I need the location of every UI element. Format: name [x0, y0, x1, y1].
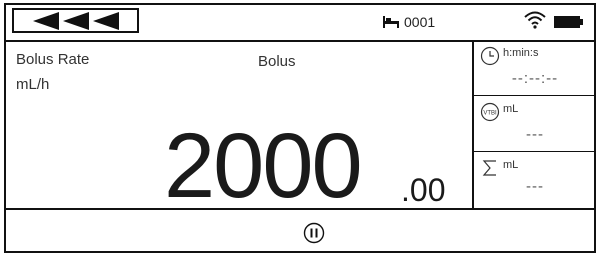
battery-icon	[554, 16, 583, 28]
vtbi-value: ---	[526, 126, 544, 143]
total-cell: mL ---	[474, 152, 596, 208]
rate-value[interactable]: 2000	[164, 120, 363, 212]
time-cell: h:min:s --:--:--	[474, 40, 596, 96]
time-unit: h:min:s	[503, 47, 539, 59]
bed-indicator: 0001	[382, 14, 435, 30]
vtbi-unit: mL	[503, 103, 519, 115]
mode-label: Bolus	[258, 53, 296, 70]
time-value: --:--:--	[511, 70, 559, 87]
bed-icon	[383, 16, 399, 28]
control-bar	[6, 208, 594, 252]
pump-screen: 0001 Bolus Rate mL/h Bolus 2000 .00 h:mi…	[4, 3, 596, 253]
side-panel: h:min:s --:--:-- VTBI mL --- mL ---	[472, 40, 596, 208]
svg-text:VTBI: VTBI	[483, 111, 497, 117]
pause-icon[interactable]	[303, 222, 325, 244]
total-value: ---	[526, 178, 544, 195]
vtbi-cell: VTBI mL ---	[474, 96, 596, 152]
triple-left-arrow-icon	[32, 11, 119, 30]
vtbi-icon: VTBI	[480, 102, 500, 122]
total-unit: mL	[503, 159, 519, 171]
status-bar: 0001	[6, 5, 594, 42]
clock-icon	[480, 46, 500, 66]
sigma-icon	[482, 160, 496, 176]
infusion-display: Bolus Rate mL/h Bolus 2000 .00	[6, 40, 472, 212]
rate-label: Bolus Rate	[16, 51, 90, 68]
rate-unit: mL/h	[16, 76, 50, 93]
rate-value-decimal: .00	[401, 172, 446, 208]
bed-number: 0001	[404, 14, 436, 30]
back-button[interactable]	[12, 8, 139, 33]
wifi-icon	[524, 11, 546, 29]
